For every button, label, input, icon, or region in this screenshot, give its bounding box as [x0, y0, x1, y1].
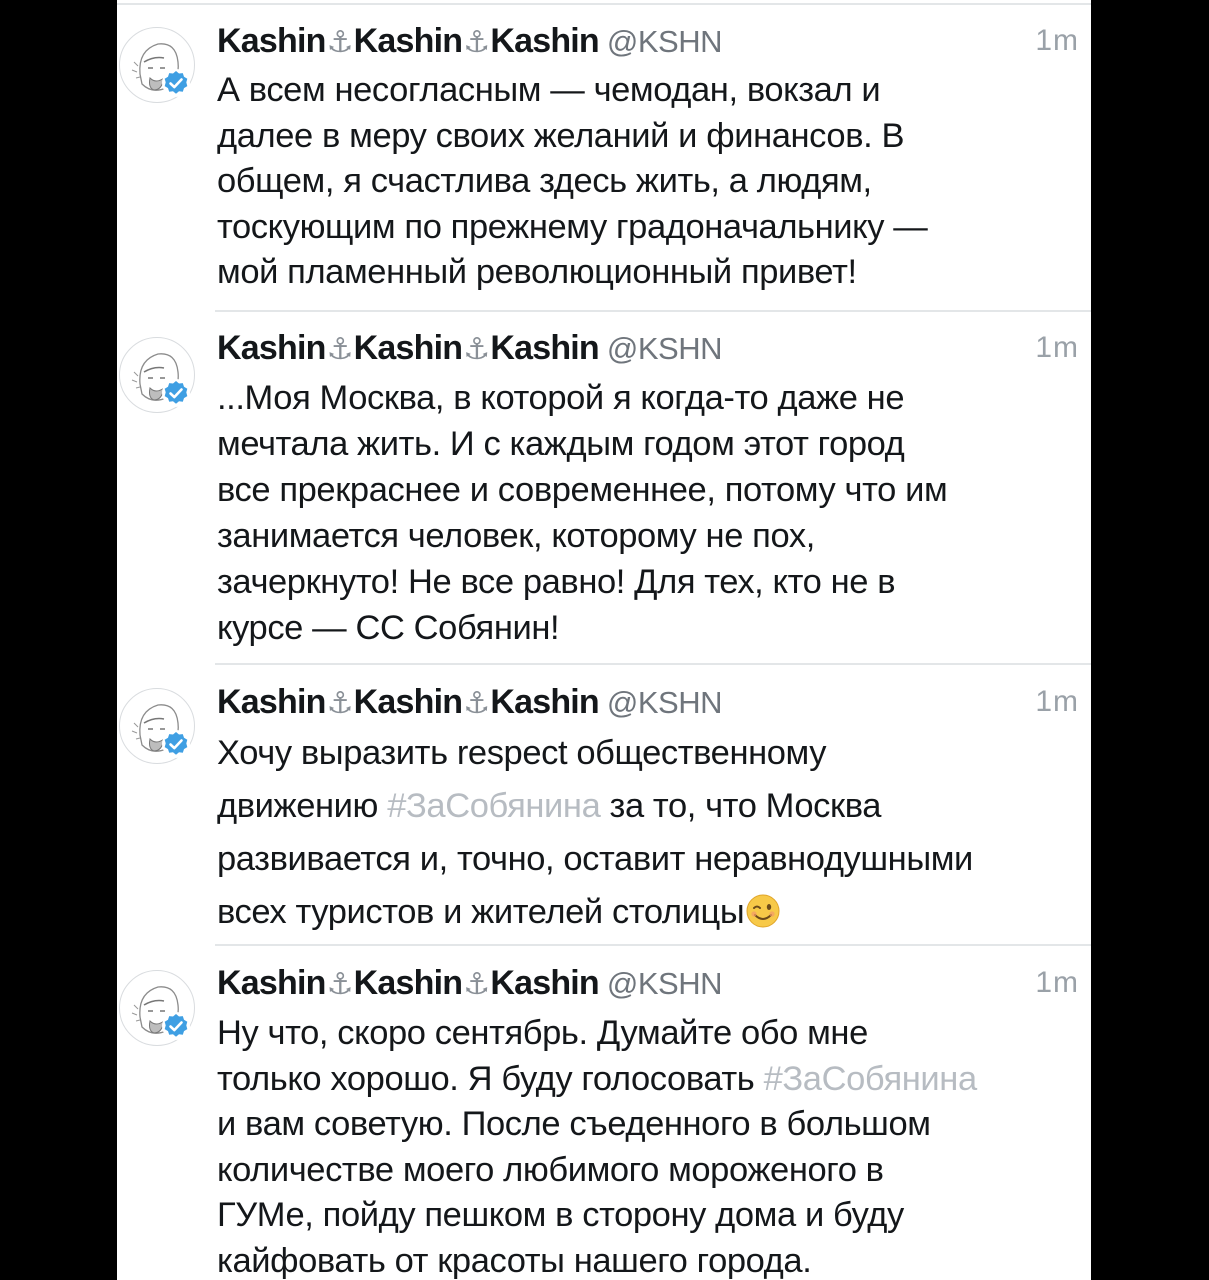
tweet-text: А всем несогласным — чемодан, вокзал и д…	[217, 68, 1063, 296]
timestamp[interactable]: 1m	[1035, 328, 1079, 368]
tweet-line: и вам советую. После съеденного в большо…	[217, 1105, 931, 1143]
verified-badge-icon	[162, 69, 190, 97]
display-name[interactable]: Kashin⚓Kashin⚓Kashin	[217, 329, 600, 367]
tweet-line: количестве моего любимого мороженого в	[217, 1150, 884, 1189]
tweet-line: развивается и, точно, оставит неравнодуш…	[217, 840, 973, 878]
tweet-line: все прекраснее и современнее, потому что…	[217, 471, 948, 509]
tweet-line: мечтала жить. И с каждым годом этот горо…	[217, 425, 905, 463]
tweet-line: А всем несогласным — чемодан, вокзал и	[217, 71, 881, 109]
tweet-line: только хорошо. Я буду голосовать #ЗаСобя…	[217, 1059, 978, 1098]
timestamp[interactable]: 1m	[1035, 963, 1079, 1003]
avatar[interactable]	[119, 688, 195, 764]
anchor-icon: ⚓	[463, 687, 490, 720]
tweet-line: мой пламенный революционный привет!	[217, 253, 857, 291]
display-name[interactable]: Kashin⚓Kashin⚓Kashin	[217, 22, 600, 60]
avatar[interactable]	[119, 337, 195, 413]
tweet[interactable]: Kashin⚓Kashin⚓Kashin @KSHN 1m Ну что, ско…	[117, 946, 1091, 1280]
anchor-icon: ⚓	[326, 26, 354, 59]
anchor-icon: ⚓	[326, 333, 354, 366]
anchor-icon: ⚓	[326, 687, 354, 720]
verified-badge-icon	[162, 1012, 190, 1040]
tweet-header: Kashin⚓Kashin⚓Kashin @KSHN	[217, 21, 723, 61]
display-name[interactable]: Kashin⚓Kashin⚓Kashin	[217, 964, 600, 1002]
tweet-text: Ну что, скоро сентябрь. Думайте обо мне …	[217, 1011, 1063, 1280]
anchor-icon: ⚓	[463, 333, 490, 366]
tweet-header: Kashin⚓Kashin⚓Kashin @KSHN	[217, 963, 723, 1003]
winking-face-emoji-icon	[746, 894, 780, 928]
timeline: Kashin⚓Kashin⚓Kashin @KSHN 1m А всем несо…	[117, 0, 1091, 1280]
tweet-text: ...Моя Москва, в которой я когда-то даже…	[217, 375, 1063, 651]
avatar[interactable]	[119, 27, 195, 103]
timestamp[interactable]: 1m	[1035, 682, 1079, 722]
tweet-line: ...Моя Москва, в которой я когда-то даже…	[217, 379, 905, 417]
user-handle[interactable]: @KSHN	[607, 685, 723, 720]
tweet[interactable]: Kashin⚓Kashin⚓Kashin @KSHN 1m А всем несо…	[117, 0, 1091, 312]
tweet[interactable]: Kashin⚓Kashin⚓Kashin @KSHN 1m ...Моя Моск…	[117, 312, 1091, 665]
tweet-line: движению #ЗаСобянина за то, что Москва	[217, 787, 882, 825]
tweet-line: Хочу выразить respect общественному	[217, 734, 827, 772]
tweet-line: курсе — СС Собянин!	[217, 609, 560, 647]
tweet-line: зачеркнуто! Не все равно! Для тех, кто н…	[217, 563, 896, 601]
verified-badge-icon	[162, 730, 190, 758]
hashtag-link[interactable]: #ЗаСобянина	[387, 787, 601, 825]
hashtag-link[interactable]: #ЗаСобянина	[764, 1060, 978, 1098]
display-name[interactable]: Kashin⚓Kashin⚓Kashin	[217, 683, 600, 721]
verified-badge-icon	[162, 379, 190, 407]
timestamp[interactable]: 1m	[1035, 21, 1079, 61]
avatar[interactable]	[119, 970, 195, 1046]
tweet-line: тоскующим по прежнему градоначальнику —	[217, 207, 928, 246]
tweet-line: Ну что, скоро сентябрь. Думайте обо мне	[217, 1014, 868, 1052]
user-handle[interactable]: @KSHN	[607, 966, 723, 1001]
tweet-text: Хочу выразить respect общественному движ…	[217, 727, 1063, 939]
tweet-line: далее в меру своих желаний и финансов. В	[217, 116, 905, 155]
tweet-line: занимается человек, которому не пох,	[217, 517, 815, 555]
tweet-header: Kashin⚓Kashin⚓Kashin @KSHN	[217, 682, 723, 722]
tweet-header: Kashin⚓Kashin⚓Kashin @KSHN	[217, 328, 723, 368]
anchor-icon: ⚓	[463, 26, 490, 59]
tweet-line: кайфовать от красоты нашего города.	[217, 1241, 812, 1280]
tweet-line: всех туристов и жителей столицы	[217, 886, 1063, 939]
tweet-line: общем, я счастлива здесь жить, а людям,	[217, 162, 872, 200]
tweet[interactable]: Kashin⚓Kashin⚓Kashin @KSHN 1m Хочу вырази…	[117, 665, 1091, 946]
tweet-line: ГУМе, пойду пешком в сторону дома и буду	[217, 1196, 904, 1234]
user-handle[interactable]: @KSHN	[607, 331, 723, 366]
anchor-icon: ⚓	[463, 968, 490, 1001]
anchor-icon: ⚓	[326, 968, 354, 1001]
user-handle[interactable]: @KSHN	[607, 24, 723, 59]
